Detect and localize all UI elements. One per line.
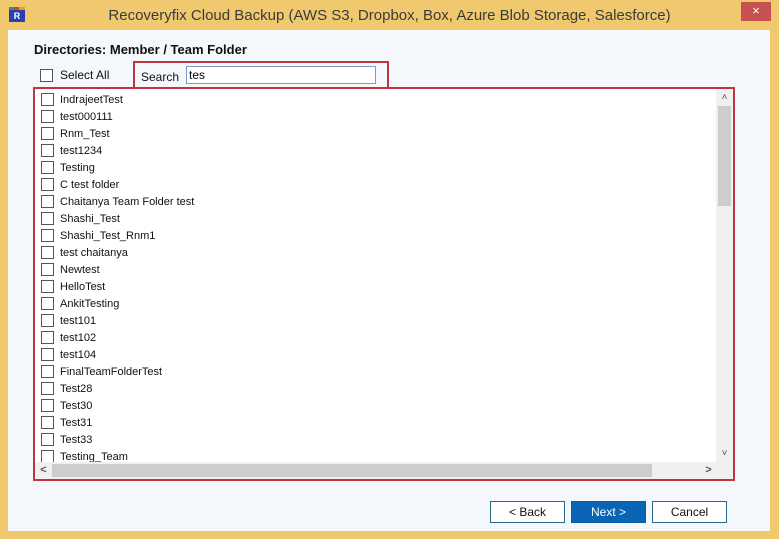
item-checkbox[interactable] [41, 127, 54, 140]
list-item[interactable]: AnkitTesting [41, 295, 119, 312]
close-icon: × [752, 3, 760, 18]
directory-list-items: IndrajeetTest test000111 Rnm_Test test1234 T… [35, 89, 717, 462]
close-button[interactable]: × [741, 2, 771, 21]
item-label: Shashi_Test [60, 212, 120, 225]
search-input[interactable] [186, 66, 376, 84]
list-item[interactable]: Test30 [41, 397, 92, 414]
item-checkbox[interactable] [41, 144, 54, 157]
list-item[interactable]: Rnm_Test [41, 125, 110, 142]
item-checkbox[interactable] [41, 399, 54, 412]
item-label: test000111 [60, 110, 113, 123]
search-area: Search [133, 61, 389, 89]
list-item[interactable]: test102 [41, 329, 96, 346]
item-checkbox[interactable] [41, 212, 54, 225]
item-checkbox[interactable] [41, 433, 54, 446]
scroll-right-icon[interactable]: > [700, 462, 717, 479]
vertical-scroll-thumb[interactable] [718, 106, 731, 206]
list-item[interactable]: Newtest [41, 261, 100, 278]
item-checkbox[interactable] [41, 365, 54, 378]
search-label: Search [141, 70, 180, 84]
list-item[interactable]: Test31 [41, 414, 92, 431]
checkbox-box[interactable] [40, 68, 53, 82]
list-item[interactable]: FinalTeamFolderTest [41, 363, 162, 380]
item-label: IndrajeetTest [60, 93, 123, 106]
item-label: test chaitanya [60, 246, 128, 259]
scroll-down-icon[interactable]: ˅ [716, 445, 733, 462]
dialog-body: Directories: Member / Team Folder Select… [8, 30, 770, 531]
horizontal-scroll-thumb[interactable] [52, 464, 652, 477]
list-item[interactable]: test000111 [41, 108, 113, 125]
item-label: Test28 [60, 382, 93, 395]
list-item[interactable]: test104 [41, 346, 96, 363]
back-button[interactable]: < Back [490, 501, 565, 523]
item-checkbox[interactable] [41, 297, 54, 310]
item-label: Rnm_Test [60, 127, 110, 140]
item-label: FinalTeamFolderTest [60, 365, 163, 378]
item-checkbox[interactable] [41, 246, 54, 259]
item-checkbox[interactable] [41, 348, 54, 361]
list-item[interactable]: Testing [41, 159, 95, 176]
item-label: test101 [60, 314, 97, 327]
item-label: AnkitTesting [60, 297, 120, 310]
list-item[interactable]: test101 [41, 312, 96, 329]
item-checkbox[interactable] [41, 178, 54, 191]
list-item[interactable]: Test28 [41, 380, 92, 397]
list-item[interactable]: C test folder [41, 176, 119, 193]
list-item[interactable]: test1234 [41, 142, 102, 159]
list-item[interactable]: Shashi_Test [41, 210, 120, 227]
item-checkbox[interactable] [41, 93, 54, 106]
list-item[interactable]: Chaitanya Team Folder test [41, 193, 194, 210]
item-checkbox[interactable] [41, 161, 54, 174]
list-item[interactable]: test chaitanya [41, 244, 128, 261]
item-label: Shashi_Test_Rnm1 [60, 229, 156, 242]
list-item[interactable]: Test33 [41, 431, 92, 448]
select-all-checkbox[interactable]: Select All [40, 68, 109, 82]
item-label: C test folder [60, 178, 120, 191]
list-item[interactable]: Shashi_Test_Rnm1 [41, 227, 155, 244]
title-bar: R Recoveryfix Cloud Backup (AWS S3, Drop… [0, 0, 779, 30]
list-item[interactable]: IndrajeetTest [41, 91, 123, 108]
item-checkbox[interactable] [41, 382, 54, 395]
item-label: HelloTest [60, 280, 106, 293]
item-checkbox[interactable] [41, 110, 54, 123]
item-checkbox[interactable] [41, 195, 54, 208]
item-label: Testing [60, 161, 95, 174]
vertical-scrollbar[interactable]: ˄ ˅ [716, 89, 733, 462]
list-item[interactable]: HelloTest [41, 278, 105, 295]
cancel-button[interactable]: Cancel [652, 501, 727, 523]
horizontal-scrollbar[interactable]: < > [35, 462, 717, 479]
scrollbar-corner [716, 462, 733, 479]
item-label: Test31 [60, 416, 93, 429]
item-label: Test30 [60, 399, 93, 412]
app-window: R Recoveryfix Cloud Backup (AWS S3, Drop… [0, 0, 779, 539]
item-label: Newtest [60, 263, 100, 276]
item-label: Testing_Team [60, 450, 128, 463]
item-label: Test33 [60, 433, 93, 446]
item-label: Chaitanya Team Folder test [60, 195, 195, 208]
page-title: Directories: Member / Team Folder [34, 42, 247, 57]
scroll-left-icon[interactable]: < [35, 462, 52, 479]
next-button[interactable]: Next > [571, 501, 646, 523]
item-checkbox[interactable] [41, 416, 54, 429]
item-checkbox[interactable] [41, 280, 54, 293]
select-all-label: Select All [60, 68, 110, 82]
item-checkbox[interactable] [41, 229, 54, 242]
item-checkbox[interactable] [41, 263, 54, 276]
item-checkbox[interactable] [41, 450, 54, 462]
scroll-up-icon[interactable]: ˄ [716, 89, 733, 106]
window-title: Recoveryfix Cloud Backup (AWS S3, Dropbo… [108, 7, 671, 24]
item-checkbox[interactable] [41, 314, 54, 327]
item-label: test104 [60, 348, 97, 361]
item-checkbox[interactable] [41, 331, 54, 344]
list-item[interactable]: Testing_Team [41, 448, 128, 462]
item-label: test102 [60, 331, 97, 344]
item-label: test1234 [60, 144, 103, 157]
directory-list: IndrajeetTest test000111 Rnm_Test test1234 T… [33, 87, 735, 481]
